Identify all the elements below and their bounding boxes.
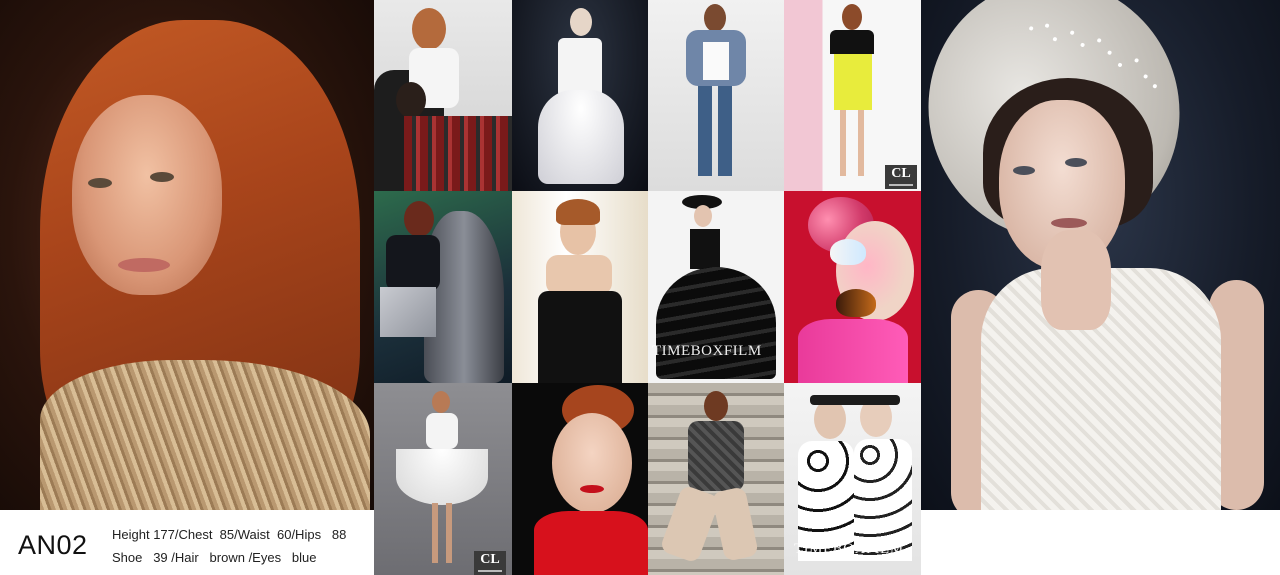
- figure-top: [426, 413, 458, 449]
- photo-tile-red-lips[interactable]: [512, 383, 648, 575]
- main-portrait-left: [0, 0, 374, 510]
- figure-white-skirt: [396, 449, 488, 505]
- butterfly-icon: [836, 289, 876, 317]
- photo-tile-white-skirt[interactable]: CL: [374, 383, 512, 575]
- figure-jeans-leg: [718, 86, 732, 176]
- model-measurements: Height 177/Chest 85/Waist 60/Hips 88: [112, 527, 347, 542]
- figure-tshirt: [703, 42, 729, 80]
- figure-top: [830, 30, 874, 54]
- figure-head: [570, 8, 592, 36]
- model-info-bar: AN02 Height 177/Chest 85/Waist 60/Hips 8…: [0, 510, 374, 575]
- photo-tile-white-gown[interactable]: [512, 0, 648, 191]
- figure-gown-skirt: [538, 90, 624, 184]
- figure-head: [404, 201, 434, 237]
- figure-leg: [446, 503, 452, 563]
- photo-tile-black-ballgown[interactable]: TIMEBOXFILM: [648, 191, 784, 383]
- photo-tile-stone-steps[interactable]: [648, 383, 784, 575]
- model-code: AN02: [18, 530, 88, 560]
- portrait-hand: [1041, 230, 1111, 330]
- figure-head: [704, 4, 726, 32]
- figure-bodice: [558, 38, 602, 98]
- figure-head: [814, 399, 846, 439]
- figure-leg: [659, 484, 721, 564]
- figure-jeans-leg: [698, 86, 712, 176]
- cl-logo-badge: CL: [474, 551, 506, 575]
- model-attributes: Shoe 39 /Hair brown /Eyes blue: [112, 550, 317, 565]
- figure-head: [842, 4, 862, 30]
- figure-head: [704, 391, 728, 421]
- portrait-sweater: [40, 360, 370, 510]
- figure-ruffled-skirt: [656, 267, 776, 379]
- photo-tile-yellow-dress[interactable]: CL: [784, 0, 921, 191]
- photo-tile-horse-statue[interactable]: [374, 191, 512, 383]
- butterfly-icon: [830, 239, 866, 265]
- cl-logo-badge: CL: [885, 165, 917, 189]
- portrait-eye: [1013, 166, 1035, 175]
- figure-black-dress: [538, 291, 622, 383]
- photo-tile-black-dress-doorway[interactable]: [512, 191, 648, 383]
- figure-plaid-shirt: [404, 116, 512, 191]
- figure-red-top: [534, 511, 648, 575]
- figure-leg: [840, 110, 846, 176]
- main-portrait-right: [921, 0, 1280, 510]
- timeboxfilm-watermark: TIMEBOXFILM: [652, 343, 762, 359]
- portrait-lips: [118, 258, 170, 272]
- figure-top: [386, 235, 440, 291]
- portrait-eye: [88, 178, 112, 188]
- photo-tile-couple[interactable]: [374, 0, 512, 191]
- figure-hair: [556, 199, 600, 225]
- figure-face: [552, 413, 632, 513]
- figure-head: [412, 8, 446, 50]
- portrait-eye: [1065, 158, 1087, 167]
- figure-pink-top: [798, 319, 908, 383]
- figure-leg: [432, 503, 438, 563]
- figure-metallic-skirt: [380, 287, 436, 337]
- figure-tweed-jacket: [688, 421, 744, 491]
- figure-red-lips: [580, 485, 604, 493]
- figure-shoulders: [546, 255, 612, 295]
- figure-leg: [711, 486, 759, 562]
- timeboxfilm-watermark: TIMEBOXFILM: [794, 541, 904, 557]
- figure-headbands: [810, 395, 900, 405]
- photo-tile-butterfly-makeup[interactable]: [784, 191, 921, 383]
- photo-tile-denim[interactable]: [648, 0, 784, 191]
- photo-tile-two-models[interactable]: TIMEBOXFILM: [784, 383, 921, 575]
- portrait-lips: [1051, 218, 1087, 228]
- figure-head: [432, 391, 450, 413]
- figure-bodice: [690, 229, 720, 269]
- figure-head: [694, 205, 712, 227]
- figure-head: [396, 82, 426, 118]
- figure-leg: [858, 110, 864, 176]
- figure-yellow-dress: [834, 54, 872, 110]
- portrait-eye: [150, 172, 174, 182]
